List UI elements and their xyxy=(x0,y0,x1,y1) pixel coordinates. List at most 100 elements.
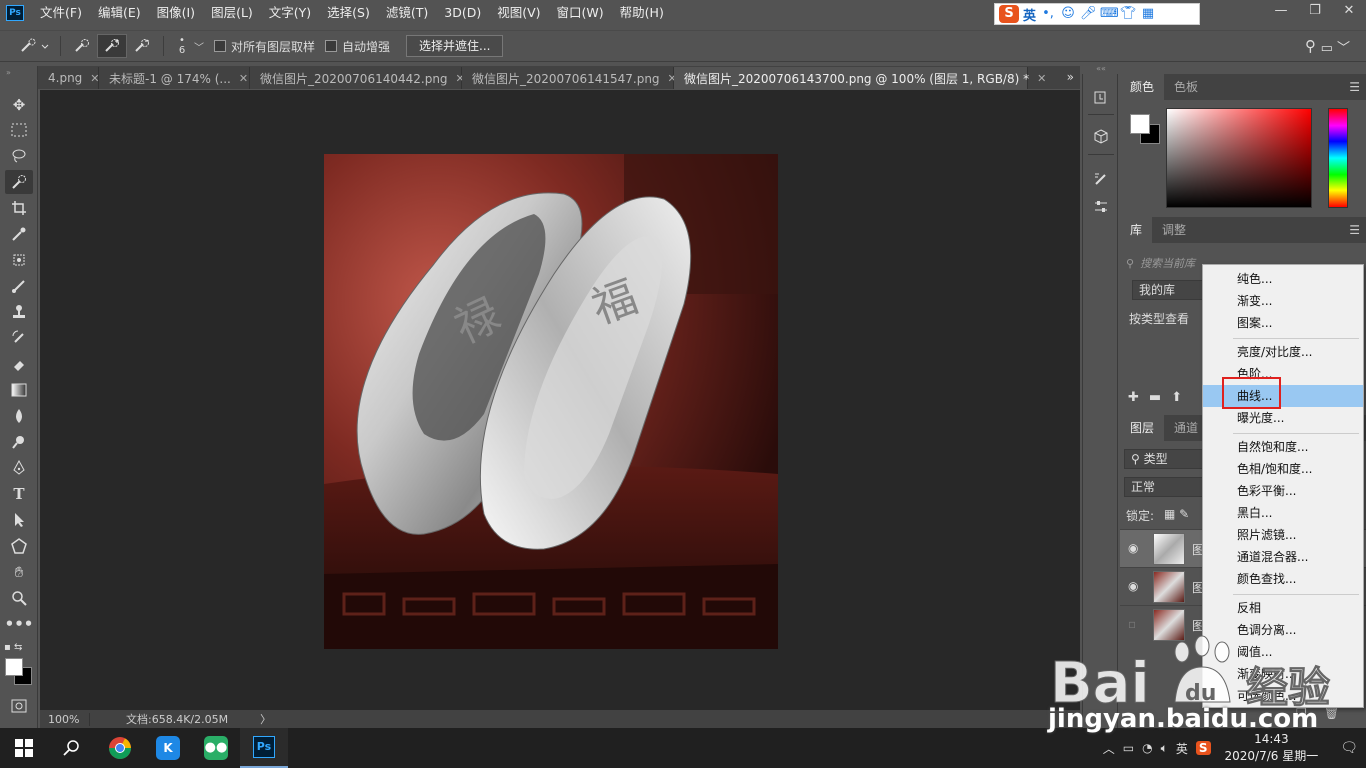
notification-icon[interactable]: 🗨︎ xyxy=(1340,740,1358,756)
menu-item-photo-filter[interactable]: 照片滤镜... xyxy=(1203,524,1363,546)
eye-hidden-icon[interactable]: ▫ xyxy=(1128,617,1136,631)
quick-mask-icon[interactable] xyxy=(5,694,33,718)
history-panel-icon[interactable] xyxy=(1089,86,1113,108)
3d-panel-icon[interactable] xyxy=(1089,126,1113,148)
menu-item-black-white[interactable]: 黑白... xyxy=(1203,502,1363,524)
add-to-selection-icon[interactable] xyxy=(97,34,127,58)
more-tools-icon[interactable]: ••• xyxy=(5,612,34,636)
menu-item-exposure[interactable]: 曝光度... xyxy=(1203,407,1363,429)
sogou-tray-icon[interactable]: S xyxy=(1195,741,1211,755)
photoshop-taskbar-button[interactable]: Ps xyxy=(240,728,288,768)
lasso-tool-icon[interactable] xyxy=(5,144,33,168)
tool-preset-picker[interactable] xyxy=(14,34,54,58)
tab-color[interactable]: 颜色 xyxy=(1120,74,1165,100)
folder-icon[interactable]: ▬ xyxy=(1149,390,1161,405)
search-icon[interactable]: ⚲ xyxy=(1305,37,1316,55)
layer-filter-kind[interactable]: ⚲ 类型 xyxy=(1124,449,1204,469)
network-icon[interactable]: ◔ xyxy=(1142,741,1152,755)
foreground-color-swatch[interactable] xyxy=(5,658,23,676)
menu-item-color-lookup[interactable]: 颜色查找... xyxy=(1203,568,1363,590)
menu-3d[interactable]: 3D(D) xyxy=(436,0,489,26)
skin-icon[interactable]: 👕︎ xyxy=(1120,6,1137,22)
upload-icon[interactable]: ⬆ xyxy=(1171,390,1182,405)
quick-selection-tool-icon[interactable] xyxy=(5,170,33,194)
menu-item-pattern[interactable]: 图案... xyxy=(1203,312,1363,334)
menu-item-brightness-contrast[interactable]: 亮度/对比度... xyxy=(1203,341,1363,363)
checkbox-box[interactable] xyxy=(214,40,226,52)
library-select[interactable]: 我的库 xyxy=(1132,280,1212,300)
history-brush-tool-icon[interactable] xyxy=(5,326,33,350)
menu-item-color-balance[interactable]: 色彩平衡... xyxy=(1203,480,1363,502)
close-button[interactable]: ✕ xyxy=(1332,0,1366,22)
punct-icon[interactable]: •, xyxy=(1040,6,1056,22)
type-tool-icon[interactable]: T xyxy=(5,482,33,506)
blur-tool-icon[interactable] xyxy=(5,404,33,428)
crop-tool-icon[interactable] xyxy=(5,196,33,220)
gradient-tool-icon[interactable] xyxy=(5,378,33,402)
grid-icon[interactable]: ▦ xyxy=(1140,6,1156,22)
menu-window[interactable]: 窗口(W) xyxy=(549,0,612,26)
canvas-area[interactable]: 福 禄 xyxy=(40,90,1080,710)
checkbox-box[interactable] xyxy=(325,40,338,52)
color-picker-field[interactable] xyxy=(1166,108,1312,208)
menu-type[interactable]: 文字(Y) xyxy=(261,0,319,26)
tab-document[interactable]: 微信图片_20200706141547.png ✕ xyxy=(462,67,677,89)
battery-icon[interactable]: ▭ xyxy=(1123,741,1134,755)
pen-tool-icon[interactable] xyxy=(5,456,33,480)
properties-panel-icon[interactable] xyxy=(1089,196,1113,218)
wechat-taskbar-button[interactable]: ●● xyxy=(192,728,240,768)
photo-bracelets[interactable]: 福 禄 xyxy=(324,154,778,649)
blend-mode-select[interactable]: 正常 xyxy=(1124,477,1204,497)
menu-layer[interactable]: 图层(L) xyxy=(203,0,261,26)
panel-menu-icon[interactable]: ☰ xyxy=(1349,74,1360,100)
close-icon[interactable]: ✕ xyxy=(1037,72,1046,85)
ime-toolbar[interactable]: S 英 •, ☺ 🎤︎ ⌨ 👕︎ ▦ xyxy=(994,3,1200,25)
lock-pixels-icon[interactable]: ▦ ✎ xyxy=(1164,507,1189,521)
move-tool-icon[interactable]: ✥ xyxy=(5,93,33,117)
tab-document[interactable]: 4.png ✕ xyxy=(38,67,100,89)
shape-tool-icon[interactable] xyxy=(5,534,33,558)
emoji-icon[interactable]: ☺ xyxy=(1060,6,1076,22)
tab-adjustments[interactable]: 调整 xyxy=(1152,217,1196,243)
zoom-level[interactable]: 100% xyxy=(40,712,90,726)
add-icon[interactable]: ✚ xyxy=(1128,390,1139,405)
chevron-up-icon[interactable]: ︿ xyxy=(1103,740,1115,757)
search-button[interactable] xyxy=(48,728,96,768)
menu-edit[interactable]: 编辑(E) xyxy=(90,0,149,26)
auto-enhance-checkbox[interactable]: 自动增强 xyxy=(325,38,390,55)
ime-lang-toggle[interactable]: 英 xyxy=(1023,5,1036,24)
swap-colors-icon[interactable]: ▪ ⇆ xyxy=(4,642,34,654)
panel-menu-icon[interactable]: ☰ xyxy=(1349,217,1360,243)
kugou-taskbar-button[interactable]: K xyxy=(144,728,192,768)
chevron-down-icon[interactable]: ﹀ xyxy=(194,39,204,54)
eye-icon[interactable]: ◉ xyxy=(1128,579,1138,593)
chrome-taskbar-button[interactable] xyxy=(96,728,144,768)
marquee-tool-icon[interactable] xyxy=(5,118,33,142)
menu-file[interactable]: 文件(F) xyxy=(32,0,90,26)
brush-tool-icon[interactable] xyxy=(5,274,33,298)
hand-tool-icon[interactable]: ✋︎ xyxy=(5,560,33,584)
menu-view[interactable]: 视图(V) xyxy=(489,0,548,26)
minimize-button[interactable]: — xyxy=(1264,0,1298,22)
view-by-type-dropdown[interactable]: 按类型查看 xyxy=(1129,310,1189,327)
collapse-icon[interactable]: «« xyxy=(1083,64,1119,73)
spot-healing-tool-icon[interactable] xyxy=(5,248,33,272)
keyboard-icon[interactable]: ⌨ xyxy=(1100,6,1119,22)
tab-swatches[interactable]: 色板 xyxy=(1164,74,1208,100)
menu-item-vibrance[interactable]: 自然饱和度... xyxy=(1203,436,1363,458)
menu-item-invert[interactable]: 反相 xyxy=(1203,597,1363,619)
delete-layer-icon[interactable]: 🗑︎ xyxy=(1324,706,1339,720)
menu-filter[interactable]: 滤镜(T) xyxy=(378,0,436,26)
zoom-tool-icon[interactable] xyxy=(5,586,33,610)
menu-help[interactable]: 帮助(H) xyxy=(612,0,672,26)
path-selection-tool-icon[interactable] xyxy=(5,508,33,532)
dodge-tool-icon[interactable] xyxy=(5,430,33,454)
tab-layers[interactable]: 图层 xyxy=(1120,415,1165,441)
status-menu-arrow[interactable]: 〉 xyxy=(260,711,271,727)
brush-settings-icon[interactable] xyxy=(1089,168,1113,190)
menu-item-posterize[interactable]: 色调分离... xyxy=(1203,619,1363,641)
restore-button[interactable]: ❐ xyxy=(1298,0,1332,22)
tabs-overflow-icon[interactable]: » xyxy=(1067,66,1074,88)
brush-size-picker[interactable]: • 6 xyxy=(170,34,194,58)
menu-item-gradient-map[interactable]: 渐变映射... xyxy=(1203,663,1363,685)
